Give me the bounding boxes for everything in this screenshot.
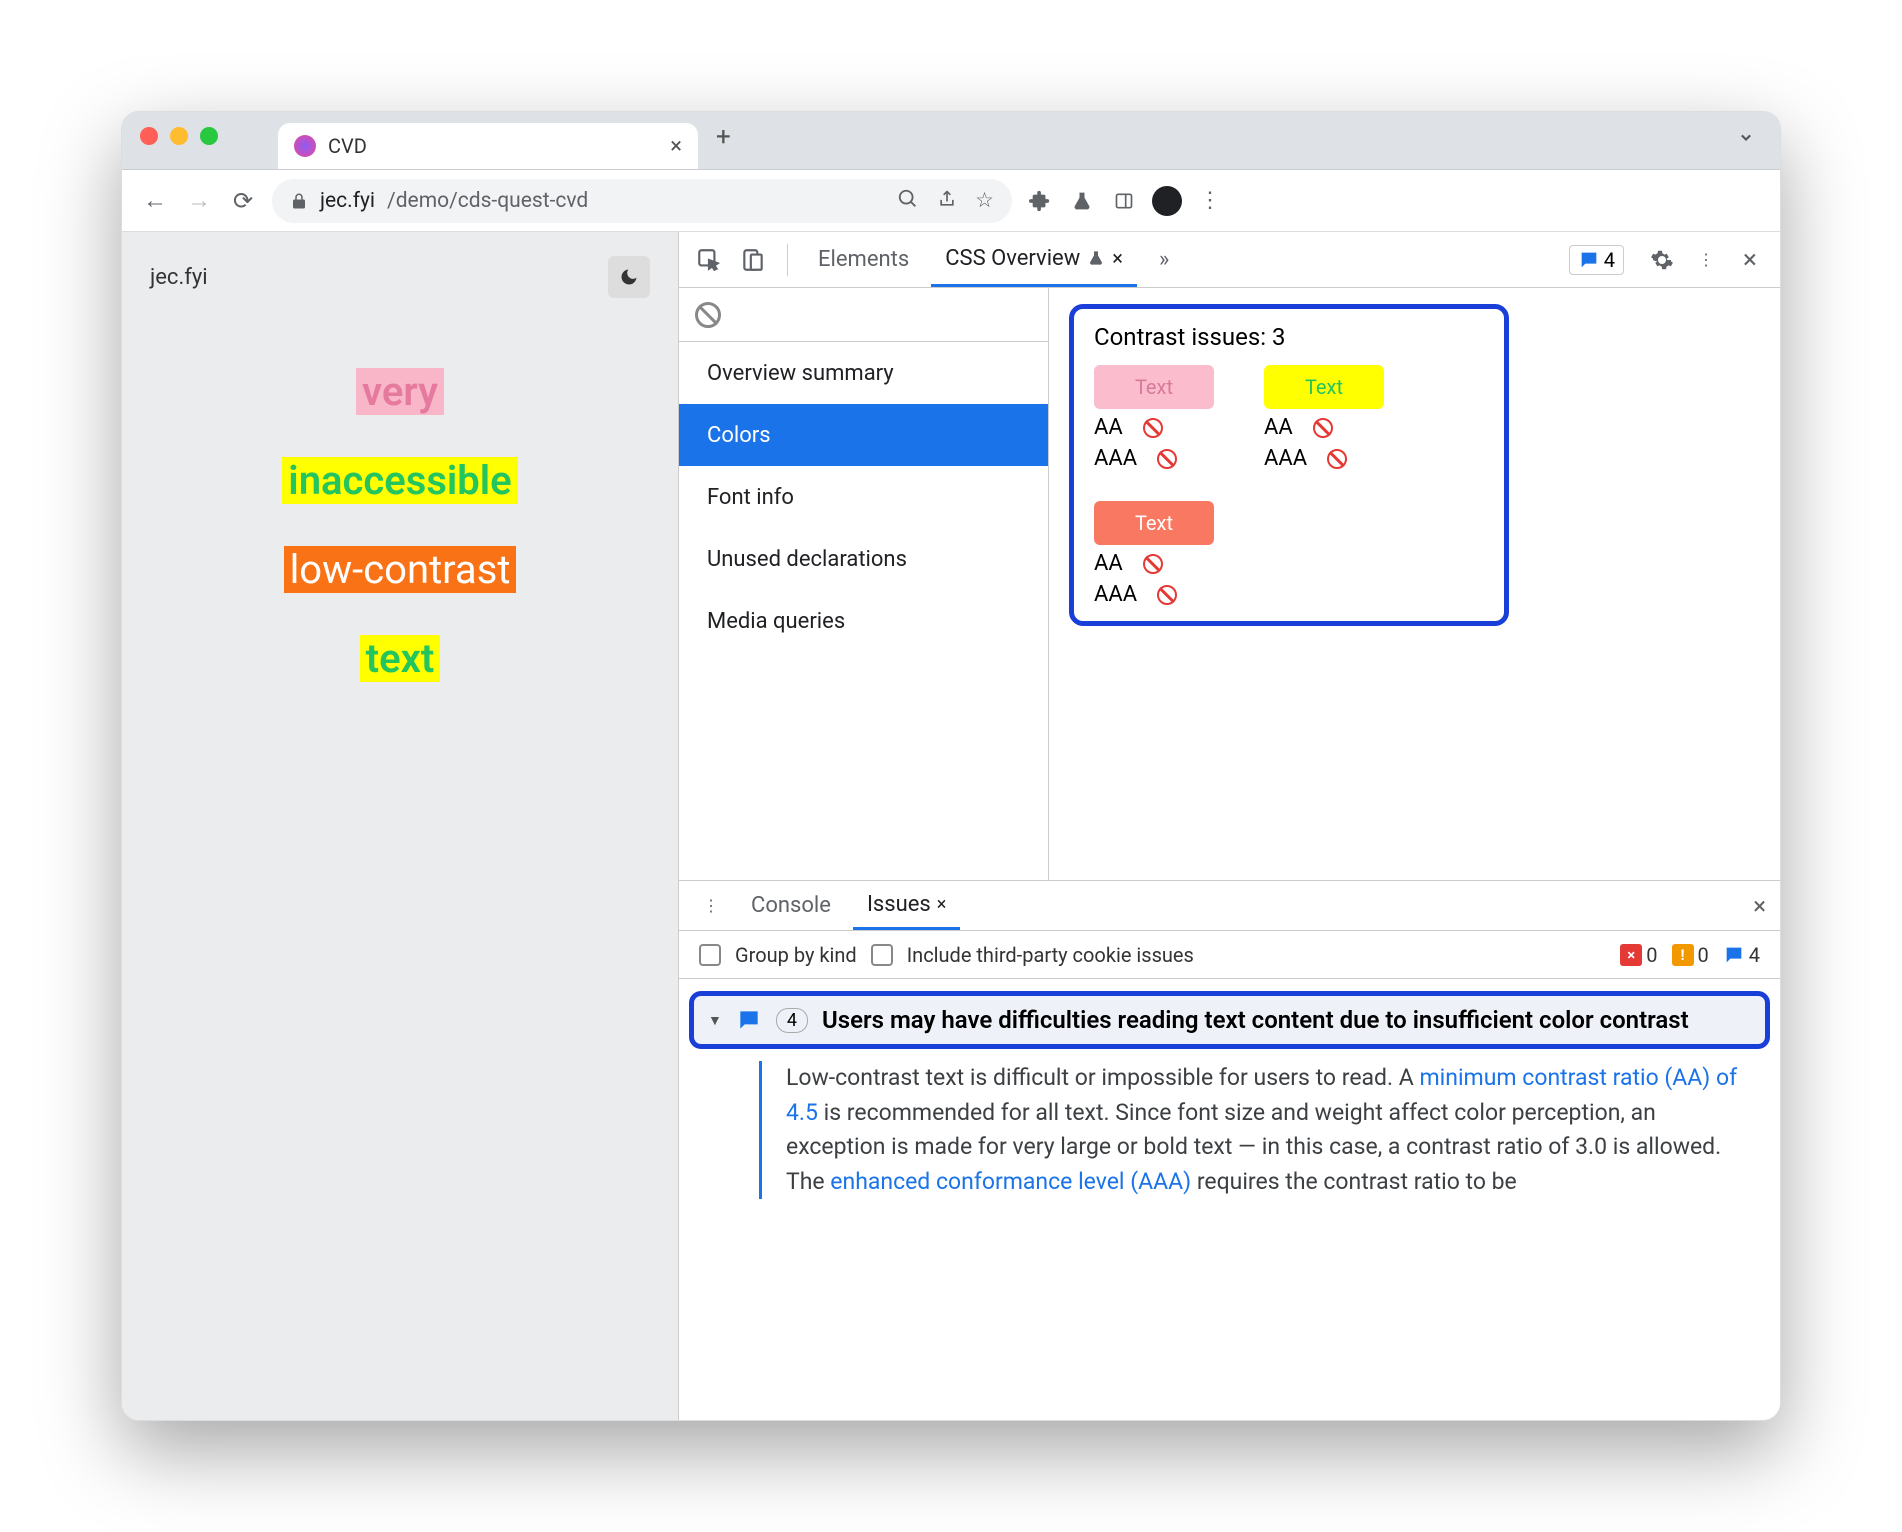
close-window-icon[interactable] xyxy=(140,127,158,145)
css-overview-content: Contrast issues: 3 Text AA AAA Text AA A… xyxy=(1049,288,1780,880)
close-panel-icon[interactable]: × xyxy=(1112,246,1123,270)
sample-text-3: low-contrast xyxy=(284,546,517,593)
webpage-viewport: jec.fyi very inaccessible low-contrast t… xyxy=(122,232,678,1420)
fail-icon xyxy=(1143,418,1163,438)
sidebar-item-font-info[interactable]: Font info xyxy=(679,466,1048,528)
tab-title: CVD xyxy=(328,134,367,158)
clear-icon[interactable] xyxy=(695,302,721,328)
fail-icon xyxy=(1327,449,1347,469)
warning-count[interactable]: !0 xyxy=(1672,943,1709,967)
disclosure-triangle-icon[interactable]: ▼ xyxy=(708,1012,722,1029)
tab-list-chevron-icon[interactable] xyxy=(1736,127,1756,147)
devtools-panel: Elements CSS Overview × » 4 ⋮ × Ov xyxy=(678,232,1780,1420)
device-toggle-icon[interactable] xyxy=(735,242,771,278)
fail-icon xyxy=(1313,418,1333,438)
labs-flask-icon[interactable] xyxy=(1068,187,1096,215)
drawer-tab-console[interactable]: Console xyxy=(737,881,845,930)
sample-text-4: text xyxy=(360,635,441,682)
browser-window: CVD × + ← → ⟳ jec.fyi/demo/cds-quest-cvd… xyxy=(121,111,1781,1421)
sample-text-1: very xyxy=(356,368,444,415)
contrast-swatch-2[interactable]: Text AA AAA xyxy=(1264,365,1384,471)
group-by-kind-label: Group by kind xyxy=(735,943,857,967)
profile-avatar-icon[interactable] xyxy=(1152,186,1182,216)
css-overview-sidebar: Overview summary Colors Font info Unused… xyxy=(679,288,1049,880)
issues-counter[interactable]: 4 xyxy=(1569,245,1624,275)
error-count[interactable]: ×0 xyxy=(1620,943,1657,967)
reload-button[interactable]: ⟳ xyxy=(228,186,258,216)
flask-icon xyxy=(1088,249,1104,267)
page-title: jec.fyi xyxy=(150,265,208,290)
url-path: /demo/cds-quest-cvd xyxy=(387,189,588,213)
inspect-element-icon[interactable] xyxy=(691,242,727,278)
chat-icon xyxy=(1578,249,1600,271)
tab-css-overview[interactable]: CSS Overview × xyxy=(931,232,1137,287)
side-panel-icon[interactable] xyxy=(1110,187,1138,215)
contrast-swatch-1[interactable]: Text AA AAA xyxy=(1094,365,1214,471)
chat-icon xyxy=(736,1007,762,1033)
search-icon[interactable] xyxy=(897,188,919,213)
group-by-kind-checkbox[interactable] xyxy=(699,944,721,966)
favicon-icon xyxy=(294,135,316,157)
minimize-window-icon[interactable] xyxy=(170,127,188,145)
issue-header[interactable]: ▼ 4 Users may have difficulties reading … xyxy=(689,991,1770,1049)
maximize-window-icon[interactable] xyxy=(200,127,218,145)
sidebar-item-media[interactable]: Media queries xyxy=(679,590,1048,652)
extensions-icon[interactable] xyxy=(1026,187,1054,215)
close-devtools-icon[interactable]: × xyxy=(1732,242,1768,278)
chat-icon xyxy=(1723,944,1745,966)
sample-text-2: inaccessible xyxy=(282,457,517,504)
tab-elements[interactable]: Elements xyxy=(804,232,923,287)
warning-icon: ! xyxy=(1672,944,1694,966)
sidebar-item-colors[interactable]: Colors xyxy=(679,404,1048,466)
contrast-swatch-3[interactable]: Text AA AAA xyxy=(1094,501,1214,607)
devtools-tabbar: Elements CSS Overview × » 4 ⋮ × xyxy=(679,232,1780,288)
issue-description: Low-contrast text is difficult or imposs… xyxy=(759,1061,1750,1199)
browser-tab[interactable]: CVD × xyxy=(278,123,698,169)
forward-button[interactable]: → xyxy=(184,186,214,216)
back-button[interactable]: ← xyxy=(140,186,170,216)
close-drawer-tab-icon[interactable]: × xyxy=(937,894,947,915)
issue-title: Users may have difficulties reading text… xyxy=(822,1006,1751,1034)
error-icon: × xyxy=(1620,944,1642,966)
issue-count-badge: 4 xyxy=(776,1008,808,1033)
fail-icon xyxy=(1157,449,1177,469)
theme-toggle-button[interactable] xyxy=(608,256,650,298)
fail-icon xyxy=(1157,585,1177,605)
fail-icon xyxy=(1143,554,1163,574)
third-party-label: Include third-party cookie issues xyxy=(907,943,1194,967)
share-icon[interactable] xyxy=(937,188,957,213)
link-aaa-level[interactable]: enhanced conformance level (AAA) xyxy=(830,1168,1191,1195)
new-tab-icon[interactable]: + xyxy=(716,122,731,152)
close-tab-icon[interactable]: × xyxy=(670,134,682,159)
more-tabs-icon[interactable]: » xyxy=(1145,232,1183,287)
settings-gear-icon[interactable] xyxy=(1644,242,1680,278)
lock-icon xyxy=(290,192,308,210)
devtools-menu-icon[interactable]: ⋮ xyxy=(1688,242,1724,278)
drawer-menu-icon[interactable]: ⋮ xyxy=(693,888,729,924)
sidebar-item-unused[interactable]: Unused declarations xyxy=(679,528,1048,590)
window-controls xyxy=(140,127,218,145)
info-count[interactable]: 4 xyxy=(1723,943,1760,967)
sidebar-item-overview[interactable]: Overview summary xyxy=(679,342,1048,404)
url-host: jec.fyi xyxy=(320,189,375,213)
contrast-issues-box: Contrast issues: 3 Text AA AAA Text AA A… xyxy=(1069,304,1509,626)
address-bar[interactable]: jec.fyi/demo/cds-quest-cvd ☆ xyxy=(272,179,1012,223)
titlebar: CVD × + xyxy=(122,112,1780,170)
devtools-drawer: ⋮ Console Issues × × Group by kind Inclu… xyxy=(679,880,1780,1420)
third-party-checkbox[interactable] xyxy=(871,944,893,966)
browser-toolbar: ← → ⟳ jec.fyi/demo/cds-quest-cvd ☆ ⋮ xyxy=(122,170,1780,232)
browser-menu-icon[interactable]: ⋮ xyxy=(1196,187,1224,215)
drawer-tab-issues[interactable]: Issues × xyxy=(853,881,960,930)
contrast-title: Contrast issues: 3 xyxy=(1094,323,1484,351)
close-drawer-icon[interactable]: × xyxy=(1753,892,1766,920)
bookmark-star-icon[interactable]: ☆ xyxy=(975,188,994,213)
